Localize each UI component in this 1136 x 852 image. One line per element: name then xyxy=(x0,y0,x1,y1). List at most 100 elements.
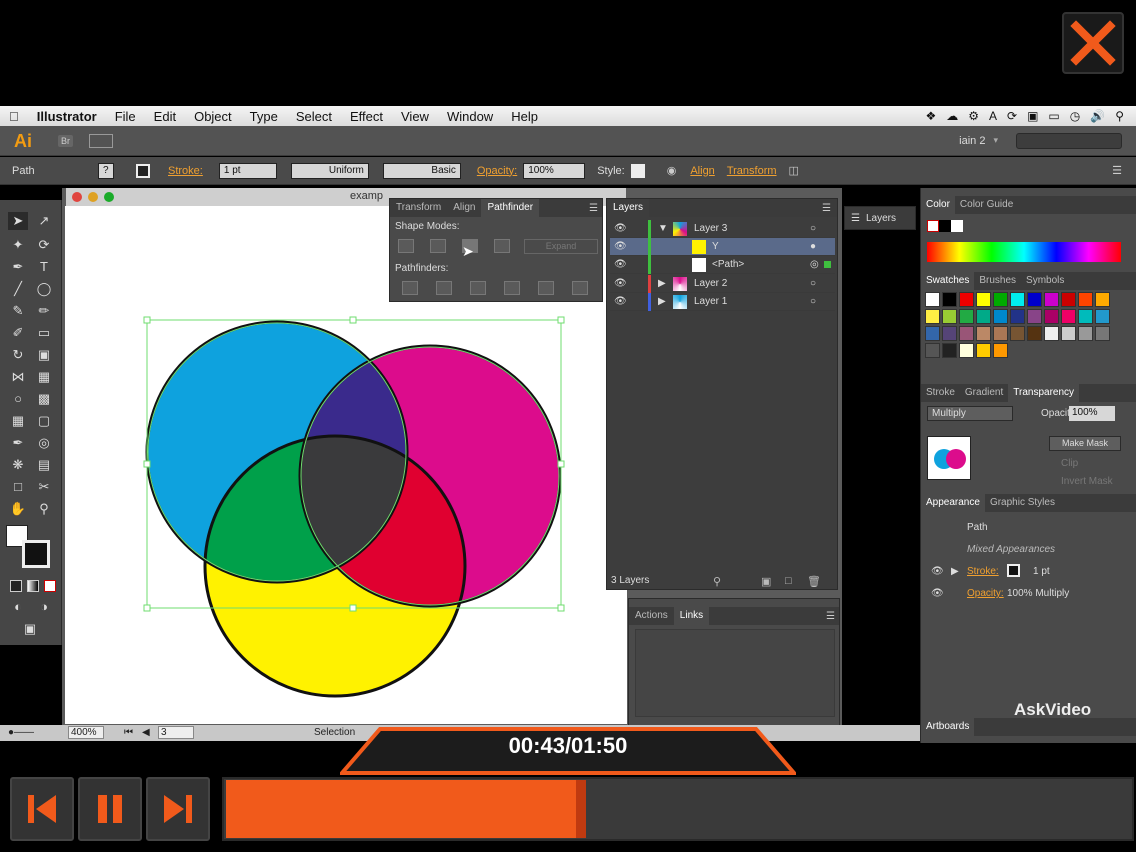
color-swatch[interactable] xyxy=(1010,309,1025,324)
transparency-opacity-input[interactable]: 100% xyxy=(1069,406,1115,421)
tab-swatches[interactable]: Swatches xyxy=(921,272,975,290)
color-swatch[interactable] xyxy=(1061,309,1076,324)
gradient-tool-icon[interactable]: ▢ xyxy=(34,412,54,430)
color-swatch[interactable] xyxy=(942,292,957,307)
tab-transform[interactable]: Transform xyxy=(390,199,447,217)
panel-menu-icon[interactable]: ☰ xyxy=(822,203,831,214)
line-tool-icon[interactable]: ╱ xyxy=(8,280,28,298)
color-swatch[interactable] xyxy=(976,343,991,358)
tab-stroke[interactable]: Stroke xyxy=(921,384,960,402)
ellipse-tool-icon[interactable]: ◯ xyxy=(34,280,54,298)
color-swatch[interactable] xyxy=(925,326,940,341)
tab-gradient[interactable]: Gradient xyxy=(960,384,1008,402)
panel-menu-icon[interactable]: ☰ xyxy=(1112,164,1122,177)
eraser-tool-icon[interactable]: ▭ xyxy=(34,324,54,342)
make-mask-button[interactable]: Make Mask xyxy=(1049,436,1121,451)
new-layer-icon[interactable]: □ xyxy=(785,575,792,587)
layer-name[interactable]: Layer 3 xyxy=(694,223,727,234)
blend-mode-select[interactable]: Multiply xyxy=(927,406,1013,421)
layer-row[interactable]: 👁 ▶ Layer 2 ○ xyxy=(610,275,835,293)
tab-actions[interactable]: Actions xyxy=(629,607,674,625)
rotate-tool-icon[interactable]: ↻ xyxy=(8,346,28,364)
visibility-eye-icon[interactable]: 👁 xyxy=(931,566,944,577)
color-swatch[interactable] xyxy=(1027,292,1042,307)
none-mode-button[interactable] xyxy=(44,580,56,592)
symbol-sprayer-tool-icon[interactable]: ❋ xyxy=(8,456,28,474)
stroke-weight-input[interactable]: 1 pt xyxy=(218,162,277,179)
color-swatch[interactable] xyxy=(942,326,957,341)
target-circle-icon[interactable]: ○ xyxy=(810,223,816,234)
tab-symbols[interactable]: Symbols xyxy=(1021,272,1069,290)
mesh-tool-icon[interactable]: ▦ xyxy=(8,412,28,430)
clip-checkbox[interactable]: Clip xyxy=(1061,458,1078,469)
color-swatch[interactable] xyxy=(1095,326,1110,341)
color-swatch[interactable] xyxy=(993,309,1008,324)
color-swatch[interactable] xyxy=(1044,326,1059,341)
opacity-input[interactable]: 100% xyxy=(523,162,586,179)
next-button[interactable] xyxy=(146,777,210,841)
menu-edit[interactable]: Edit xyxy=(145,109,185,124)
color-swatch[interactable] xyxy=(959,326,974,341)
graphic-style-swatch[interactable] xyxy=(630,163,645,178)
tab-brushes[interactable]: Brushes xyxy=(974,272,1021,290)
color-swatch[interactable] xyxy=(959,292,974,307)
invert-mask-checkbox[interactable]: Invert Mask xyxy=(1061,476,1113,487)
expand-triangle-icon[interactable]: ▶ xyxy=(658,296,666,307)
layer-row[interactable]: 👁 Y ● xyxy=(610,238,835,256)
search-input[interactable] xyxy=(1016,132,1122,149)
blend-tool-icon[interactable]: ◎ xyxy=(34,434,54,452)
tab-pathfinder[interactable]: Pathfinder xyxy=(481,199,540,217)
menu-effect[interactable]: Effect xyxy=(341,109,392,124)
zoom-tool-icon[interactable]: ⚲ xyxy=(34,500,54,518)
expand-triangle-icon[interactable]: ▶ xyxy=(658,278,666,289)
color-swatch[interactable] xyxy=(1027,326,1042,341)
dropbox-icon[interactable]: ❖ xyxy=(925,109,936,123)
menu-type[interactable]: Type xyxy=(241,109,287,124)
selection-tool-icon[interactable]: ➤ xyxy=(8,212,28,230)
black-swatch[interactable] xyxy=(939,220,951,232)
menu-object[interactable]: Object xyxy=(185,109,241,124)
window-zoom-button[interactable] xyxy=(104,192,114,202)
color-swatch[interactable] xyxy=(1027,309,1042,324)
appearance-stroke-label[interactable]: Stroke: xyxy=(967,566,999,577)
minus-front-button[interactable] xyxy=(430,239,446,253)
fill-swatch[interactable]: ? xyxy=(98,162,114,179)
appearance-stroke-swatch[interactable] xyxy=(1007,564,1020,577)
color-swatch[interactable] xyxy=(959,343,974,358)
none-swatch[interactable] xyxy=(927,220,939,232)
previous-button[interactable] xyxy=(10,777,74,841)
layer-name[interactable]: <Path> xyxy=(712,259,744,270)
tab-graphic-styles[interactable]: Graphic Styles xyxy=(985,494,1060,512)
trash-icon[interactable]: 🗑 xyxy=(807,575,821,588)
swatch-grid[interactable] xyxy=(925,292,1119,360)
screen-mode-icon[interactable]: ▣ xyxy=(20,620,40,638)
layer-name[interactable]: Layer 2 xyxy=(694,278,727,289)
color-spectrum[interactable] xyxy=(927,242,1121,262)
color-swatch[interactable] xyxy=(993,292,1008,307)
isolate-icon[interactable]: ◫ xyxy=(789,164,799,177)
recolor-artwork-icon[interactable]: ◉ xyxy=(667,164,677,177)
close-video-button[interactable] xyxy=(1062,12,1124,74)
bridge-button[interactable]: Br xyxy=(58,134,73,147)
color-swatch[interactable] xyxy=(925,309,940,324)
color-swatch[interactable] xyxy=(1078,309,1093,324)
color-swatch[interactable] xyxy=(1044,309,1059,324)
slice-tool-icon[interactable]: ✂ xyxy=(34,478,54,496)
eyedropper-tool-icon[interactable]: ✒ xyxy=(8,434,28,452)
menu-window[interactable]: Window xyxy=(438,109,502,124)
spotlight-search-icon[interactable]: ⚲ xyxy=(1115,109,1124,123)
menu-select[interactable]: Select xyxy=(287,109,341,124)
workspace-switcher[interactable]: iain 2 xyxy=(959,135,985,147)
target-circle-icon[interactable]: ○ xyxy=(810,296,816,307)
color-swatch[interactable] xyxy=(942,343,957,358)
collapsed-layers-button[interactable]: ☰ Layers xyxy=(844,206,916,230)
shape-builder-tool-icon[interactable]: ○ xyxy=(8,390,28,408)
paintbrush-tool-icon[interactable]: ✎ xyxy=(8,302,28,320)
color-swatch[interactable] xyxy=(1061,292,1076,307)
color-swatch[interactable] xyxy=(925,292,940,307)
window-minimize-button[interactable] xyxy=(88,192,98,202)
expand-button[interactable]: Expand xyxy=(524,239,598,254)
hand-tool-icon[interactable]: ✋ xyxy=(8,500,28,518)
color-swatch[interactable] xyxy=(993,326,1008,341)
apple-icon[interactable]:  xyxy=(0,109,28,124)
